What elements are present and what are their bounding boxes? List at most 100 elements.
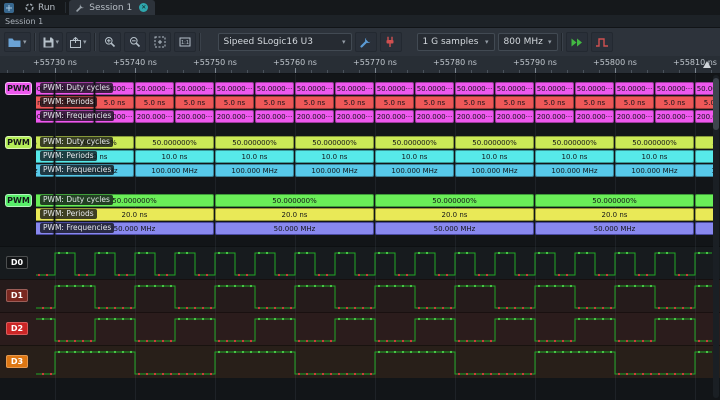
ruler-minor-tick [663, 70, 664, 73]
decoder-annotation: 50.000000% [455, 136, 534, 149]
decoder-tag[interactable]: PWM [5, 82, 32, 95]
decoder-annotation: 50.0000··· [175, 82, 214, 95]
ruler-tick-label: +55730 ns [33, 58, 77, 67]
decoder-row-label: PWM: Periods [40, 151, 97, 161]
decoder-annotation: 50.0000··· [655, 82, 694, 95]
device-select[interactable]: Sipeed SLogic16 U3 ▾ [217, 33, 352, 51]
decoder-row-label: PWM: Frequencies [40, 165, 115, 175]
channel-waveform [36, 317, 712, 343]
save-button[interactable]: ▾ [38, 32, 64, 52]
chevron-down-icon: ▾ [55, 38, 60, 46]
ruler-tick-mark [375, 68, 376, 73]
decoder-annotation: 100.000 MHz [695, 164, 714, 177]
channel-label[interactable]: D3 [6, 355, 28, 368]
configure-device-button[interactable] [354, 32, 377, 52]
ruler-minor-tick [711, 70, 712, 73]
svg-text:1:1: 1:1 [181, 40, 189, 46]
time-ruler[interactable]: +55730 ns +55740 ns +55750 ns +55760 ns +557… [0, 56, 720, 74]
decoder-annotation: 200.000··· [135, 110, 174, 123]
toolbar-separator [33, 33, 36, 51]
ruler-minor-tick [551, 70, 552, 73]
decoder-annotation: 5.0 ns [375, 96, 414, 109]
decoder-row: 10.0 ns10.0 ns10.0 ns10.0 ns10.0 ns10.0 … [36, 150, 714, 163]
double-arrow-icon [571, 38, 582, 46]
decoder-annotation: 100.000 MHz [615, 164, 694, 177]
decoder-annotation: 5.0 ns [335, 96, 374, 109]
ruler-minor-tick [183, 70, 184, 73]
channel-label[interactable]: D0 [6, 256, 28, 269]
decoder-annotation: 10.0 ns [535, 150, 614, 163]
decoder-row-label: PWM: Duty cycles [40, 137, 113, 147]
decoder-annotation: 5.0 ns [655, 96, 694, 109]
ruler-minor-tick [231, 70, 232, 73]
decoder-annotation: 100.000 MHz [295, 164, 374, 177]
trigger-button[interactable] [590, 32, 613, 52]
decoder-tag[interactable]: PWM [5, 136, 32, 149]
decoder-annotation: 100.000 MHz [535, 164, 614, 177]
decoder-annotation: 20.0 ns [695, 208, 714, 221]
ruler-minor-tick [583, 70, 584, 73]
open-button[interactable]: ▾ [4, 32, 31, 52]
main-toolbar: ▾ ▾ ▾ 1:1 Sipeed SLogic16 U3 ▾ 1 G sampl… [0, 28, 720, 56]
ruler-minor-tick [599, 70, 600, 73]
decoder-row: 200.000··· 200.000··· 200.000··· 200.000···… [36, 110, 714, 123]
ruler-minor-tick [343, 70, 344, 73]
ruler-minor-tick [567, 70, 568, 73]
ruler-minor-tick [519, 70, 520, 73]
ruler-minor-tick [39, 70, 40, 73]
ruler-tick-label: +55800 ns [593, 58, 637, 67]
ruler-minor-tick [503, 70, 504, 73]
zoom-fit-button[interactable] [148, 32, 171, 52]
decoder-annotation: 100.000 MHz [375, 164, 454, 177]
ruler-tick-mark [695, 68, 696, 73]
channel-label[interactable]: D1 [6, 289, 28, 302]
decoder-annotation: 5.0 ns [575, 96, 614, 109]
decoder-annotation: 50.0000··· [455, 82, 494, 95]
toolbar-separator [93, 33, 96, 51]
decoder-annotation: 10.0 ns [455, 150, 534, 163]
run-tab[interactable]: Run [18, 0, 62, 15]
session-tab-label: Session 1 [89, 2, 133, 13]
decoder-annotation: 50.0000··· [135, 82, 174, 95]
channel-waveform [36, 350, 712, 376]
ruler-tick-label: +55790 ns [513, 58, 557, 67]
decoder-annotation: 50.000 MHz [215, 222, 374, 235]
decoder-annotation: 200.000··· [175, 110, 214, 123]
decoder-annotation: 50.0000··· [695, 82, 714, 95]
zoom-original-button[interactable]: 1:1 [173, 32, 196, 52]
decoder-row-label: PWM: Periods [40, 209, 97, 219]
chevron-down-icon: ▾ [83, 38, 87, 46]
decoder-annotation: 20.0 ns [215, 208, 374, 221]
ruler-minor-tick [359, 70, 360, 73]
run-arrows-button[interactable] [565, 32, 588, 52]
sample-rate-select[interactable]: 800 MHz ▾ [497, 33, 558, 51]
decoder-row: 100.000 MHz 100.000 MHz 100.000 MHz 100.000… [36, 164, 714, 177]
channels-button[interactable] [379, 32, 402, 52]
decoder-annotation: 50.000000% [535, 194, 694, 207]
tab-close-icon[interactable]: ✕ [139, 3, 149, 12]
sample-count-select[interactable]: 1 G samples ▾ [416, 33, 495, 51]
decoder-annotation: 50.000000% [695, 136, 714, 149]
zoom-in-button[interactable] [98, 32, 121, 52]
scrollbar-handle[interactable] [713, 78, 719, 130]
decoder-annotation: 5.0 ns [95, 96, 134, 109]
decoder-tag[interactable]: PWM [5, 194, 32, 207]
zoom-out-button[interactable] [123, 32, 146, 52]
zoom-original-icon: 1:1 [179, 37, 191, 47]
channel-label[interactable]: D2 [6, 322, 28, 335]
decoder-annotation: 50.000000% [375, 136, 454, 149]
decoder-annotation: 20.0 ns [375, 208, 534, 221]
export-button[interactable]: ▾ [66, 32, 91, 52]
titlebar: Run Session 1 ✕ [0, 0, 720, 15]
ruler-minor-tick [263, 70, 264, 73]
wrench-icon [76, 4, 85, 12]
ruler-tick-mark [455, 68, 456, 73]
decoder-row: 50.000 MHz 50.000 MHz 50.000 MHz 50.000 MHz… [36, 222, 714, 235]
vertical-scrollbar[interactable] [713, 75, 719, 398]
waveform-area[interactable]: 50.0000··· 50.0000··· 50.0000··· 50.0000···… [0, 74, 720, 400]
decoder-annotation: 100.000 MHz [135, 164, 214, 177]
ruler-tick-mark [295, 68, 296, 73]
decoder-annotation: 200.000··· [295, 110, 334, 123]
session-tab[interactable]: Session 1 ✕ [69, 0, 156, 15]
decoder-annotation: 50.0000··· [375, 82, 414, 95]
